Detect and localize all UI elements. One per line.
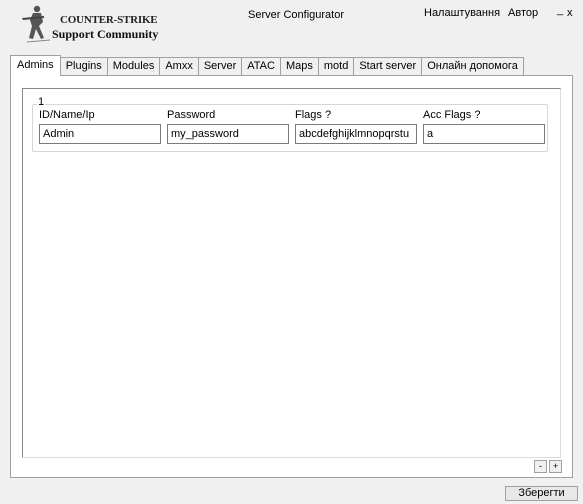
tab-atac[interactable]: ATAC [242, 57, 281, 75]
tab-start-server[interactable]: Start server [354, 57, 423, 75]
tab-plugins[interactable]: Plugins [60, 57, 108, 75]
menu-author[interactable]: Автор [508, 7, 538, 19]
close-button[interactable]: x [567, 7, 573, 19]
admin-entry-number: 1 [37, 96, 46, 108]
tab-amxx[interactable]: Amxx [160, 57, 199, 75]
acc-flags-label[interactable]: Acc Flags ? [423, 109, 545, 122]
remove-entry-button[interactable]: - [534, 460, 547, 473]
cs-logo: COUNTER-STRIKE Support Community [20, 4, 160, 48]
tab-admins[interactable]: Admins [10, 55, 61, 76]
flags-label[interactable]: Flags ? [295, 109, 417, 122]
flags-input[interactable] [295, 124, 417, 144]
tab-modules[interactable]: Modules [107, 57, 161, 75]
id-label: ID/Name/Ip [39, 109, 95, 121]
configurator-window: COUNTER-STRIKE Support Community Server … [0, 0, 583, 504]
acc-flags-input[interactable] [423, 124, 545, 144]
admin-entry-group: 1 ID/Name/Ip Password Flags ? Acc Flags … [32, 96, 548, 152]
id-input[interactable] [39, 124, 161, 144]
flags-column: Flags ? [295, 109, 417, 144]
save-button[interactable]: Зберегти [505, 486, 578, 501]
tab-online-help[interactable]: Онлайн допомога [422, 57, 524, 75]
logo-subtitle: Support Community [52, 27, 159, 41]
tab-server[interactable]: Server [198, 57, 243, 75]
password-label: Password [167, 109, 216, 121]
logo-title: COUNTER-STRIKE [60, 14, 158, 26]
soldier-icon [22, 5, 51, 43]
minimize-button[interactable]: _ [557, 4, 563, 16]
acc-flags-column: Acc Flags ? [423, 109, 545, 144]
admins-tab-page: 1 ID/Name/Ip Password Flags ? Acc Flags … [10, 75, 573, 478]
tab-motd[interactable]: motd [318, 57, 355, 75]
tab-maps[interactable]: Maps [280, 57, 319, 75]
tab-bar: Admins Plugins Modules Amxx Server ATAC … [10, 55, 524, 76]
id-column: ID/Name/Ip [39, 109, 161, 144]
password-column: Password [167, 109, 289, 144]
admins-scroll-panel: 1 ID/Name/Ip Password Flags ? Acc Flags … [22, 88, 561, 458]
app-title: Server Configurator [248, 9, 344, 21]
add-entry-button[interactable]: + [549, 460, 562, 473]
menu-settings[interactable]: Налаштування [424, 7, 500, 19]
password-input[interactable] [167, 124, 289, 144]
